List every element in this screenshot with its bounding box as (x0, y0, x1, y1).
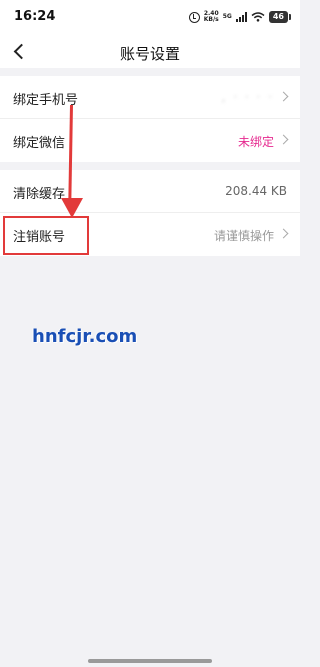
annotation-highlight-box (3, 216, 89, 255)
alarm-icon (188, 11, 200, 23)
cancel-account-hint: 请谨慎操作 (213, 229, 274, 243)
page-title: 账号设置 (119, 45, 180, 63)
bind-phone-value: , · · · · (221, 90, 274, 104)
network-type: 5G (222, 13, 232, 20)
bind-phone-label: 绑定手机号 (13, 93, 79, 108)
signal-icon (235, 12, 247, 22)
network-speed: 2.40 KB/s (203, 10, 219, 23)
chevron-right-icon (278, 228, 289, 239)
bind-wechat-status: 未绑定 (237, 135, 274, 149)
home-indicator (88, 659, 212, 663)
clear-cache-label: 清除缓存 (13, 187, 66, 202)
status-icons: 2.40 KB/s 5G 46 (188, 10, 292, 24)
nav-bar: 账号设置 (0, 36, 300, 68)
account-binding-group: 绑定手机号 , · · · · 绑定微信 未绑定 (0, 76, 300, 162)
wifi-icon (251, 12, 265, 22)
cache-size: 208.44 KB (225, 184, 287, 198)
annotation-arrow-head (61, 198, 83, 218)
chevron-right-icon (278, 134, 289, 145)
bind-wechat-label: 绑定微信 (13, 136, 66, 151)
status-time: 16:24 (14, 9, 56, 24)
battery-icon: 46 (268, 11, 292, 23)
clear-cache-row[interactable]: 清除缓存 208.44 KB (0, 170, 300, 213)
watermark: hnfcjr.com (32, 326, 138, 347)
status-bar: 16:24 2.40 KB/s 5G 46 (0, 0, 300, 36)
chevron-right-icon (278, 91, 289, 102)
bind-phone-row[interactable]: 绑定手机号 , · · · · (0, 76, 300, 119)
bind-wechat-row[interactable]: 绑定微信 未绑定 (0, 119, 300, 162)
